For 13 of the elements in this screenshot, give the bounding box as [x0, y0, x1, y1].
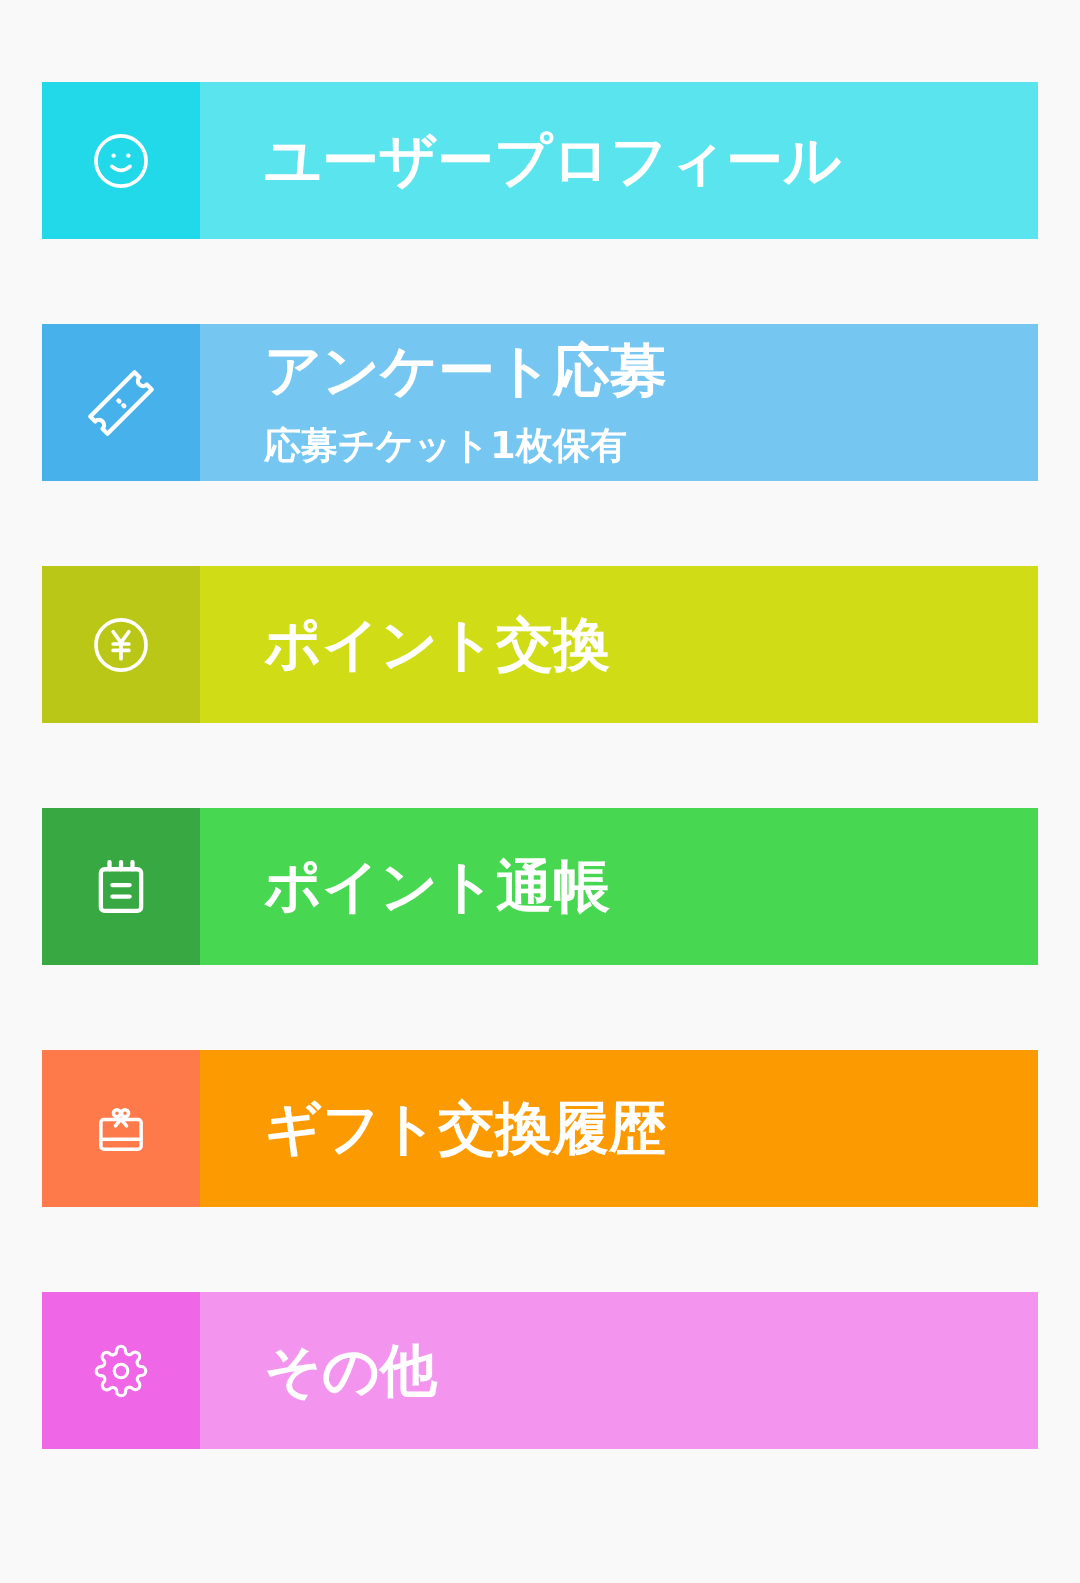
menu-button[interactable]: ギフト交換履歴	[42, 1050, 1038, 1207]
menu-button[interactable]: ユーザープロフィール	[42, 82, 1038, 239]
notepad-icon	[98, 859, 144, 914]
menu-button[interactable]: アンケート応募 応募チケット1枚保有	[42, 324, 1038, 481]
settings-icon	[94, 1343, 148, 1398]
menu-button[interactable]: ポイント通帳	[42, 808, 1038, 965]
smiley-icon	[94, 133, 148, 188]
menu-button[interactable]: ポイント交換	[42, 566, 1038, 723]
menu-button[interactable]: その他	[42, 1292, 1038, 1449]
ticket-icon	[88, 369, 154, 436]
yen-coin-icon	[94, 617, 148, 672]
gift-card-icon	[98, 1106, 144, 1151]
ticket-count-text: 応募チケット1枚保有	[264, 425, 628, 467]
